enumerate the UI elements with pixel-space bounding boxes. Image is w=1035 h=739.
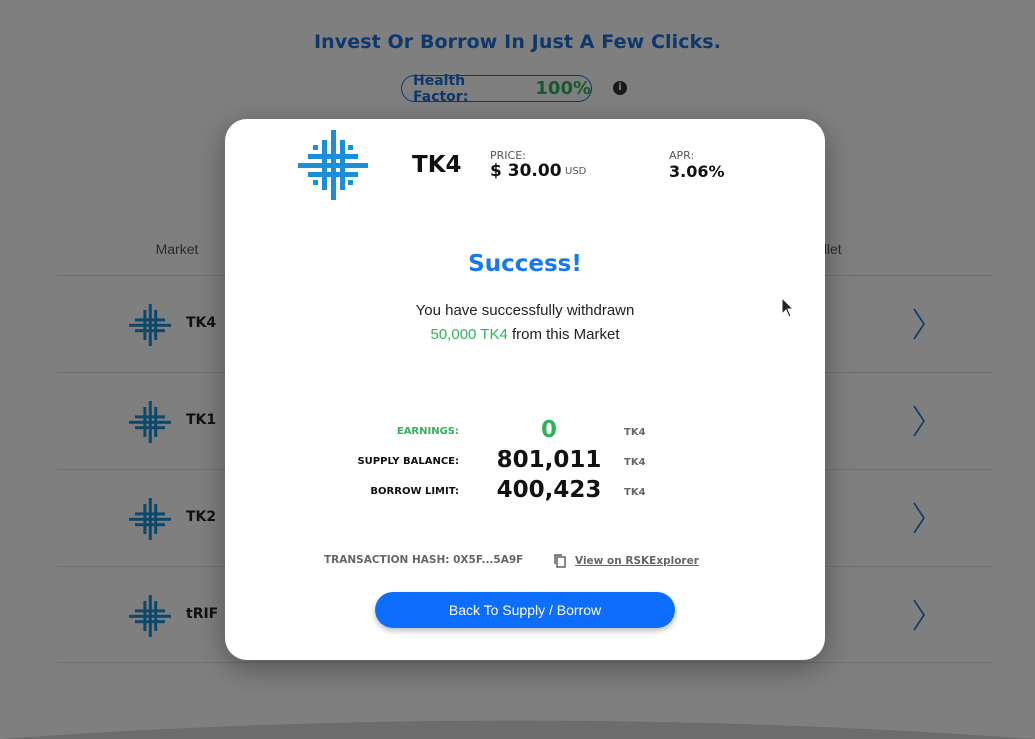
- mouse-cursor-icon: [781, 297, 795, 318]
- success-modal: TK4 PRICE: $ 30.00 USD APR: 3.06% Succes…: [225, 119, 825, 660]
- supply-balance-value: 801,011: [496, 447, 602, 473]
- earnings-label: EARNINGS:: [396, 426, 459, 437]
- token-logo-icon: [298, 130, 368, 200]
- success-message-amount-line: 50,000 TK4 from this Market: [225, 326, 825, 343]
- borrow-limit-unit: TK4: [624, 487, 646, 498]
- transaction-hash: TRANSACTION HASH: 0X5F...5A9F: [324, 554, 524, 566]
- back-to-supply-borrow-button[interactable]: Back To Supply / Borrow: [375, 592, 675, 628]
- supply-balance-label: SUPPLY BALANCE:: [357, 456, 459, 467]
- token-name: TK4: [412, 152, 462, 178]
- earnings-row: EARNINGS: 0 TK4: [225, 417, 825, 445]
- borrow-limit-value: 400,423: [496, 477, 602, 503]
- earnings-value: 0: [540, 417, 557, 443]
- price-value: $ 30.00: [490, 161, 562, 181]
- borrow-limit-label: BORROW LIMIT:: [370, 486, 459, 497]
- borrow-limit-row: BORROW LIMIT: 400,423 TK4: [225, 477, 825, 505]
- view-on-explorer-link[interactable]: View on RSKExplorer: [575, 555, 699, 567]
- success-title: Success!: [468, 251, 582, 277]
- success-message: You have successfully withdrawn: [415, 302, 635, 319]
- supply-balance-unit: TK4: [624, 457, 646, 468]
- apr-value: 3.06%: [669, 162, 725, 181]
- supply-balance-row: SUPPLY BALANCE: 801,011 TK4: [225, 447, 825, 475]
- withdrawn-amount: 50,000 TK4: [430, 326, 508, 343]
- earnings-unit: TK4: [624, 427, 646, 438]
- apr-label: APR:: [669, 149, 695, 162]
- copy-icon[interactable]: [552, 553, 568, 569]
- price-unit: USD: [565, 166, 587, 177]
- message-suffix: from this Market: [507, 326, 620, 343]
